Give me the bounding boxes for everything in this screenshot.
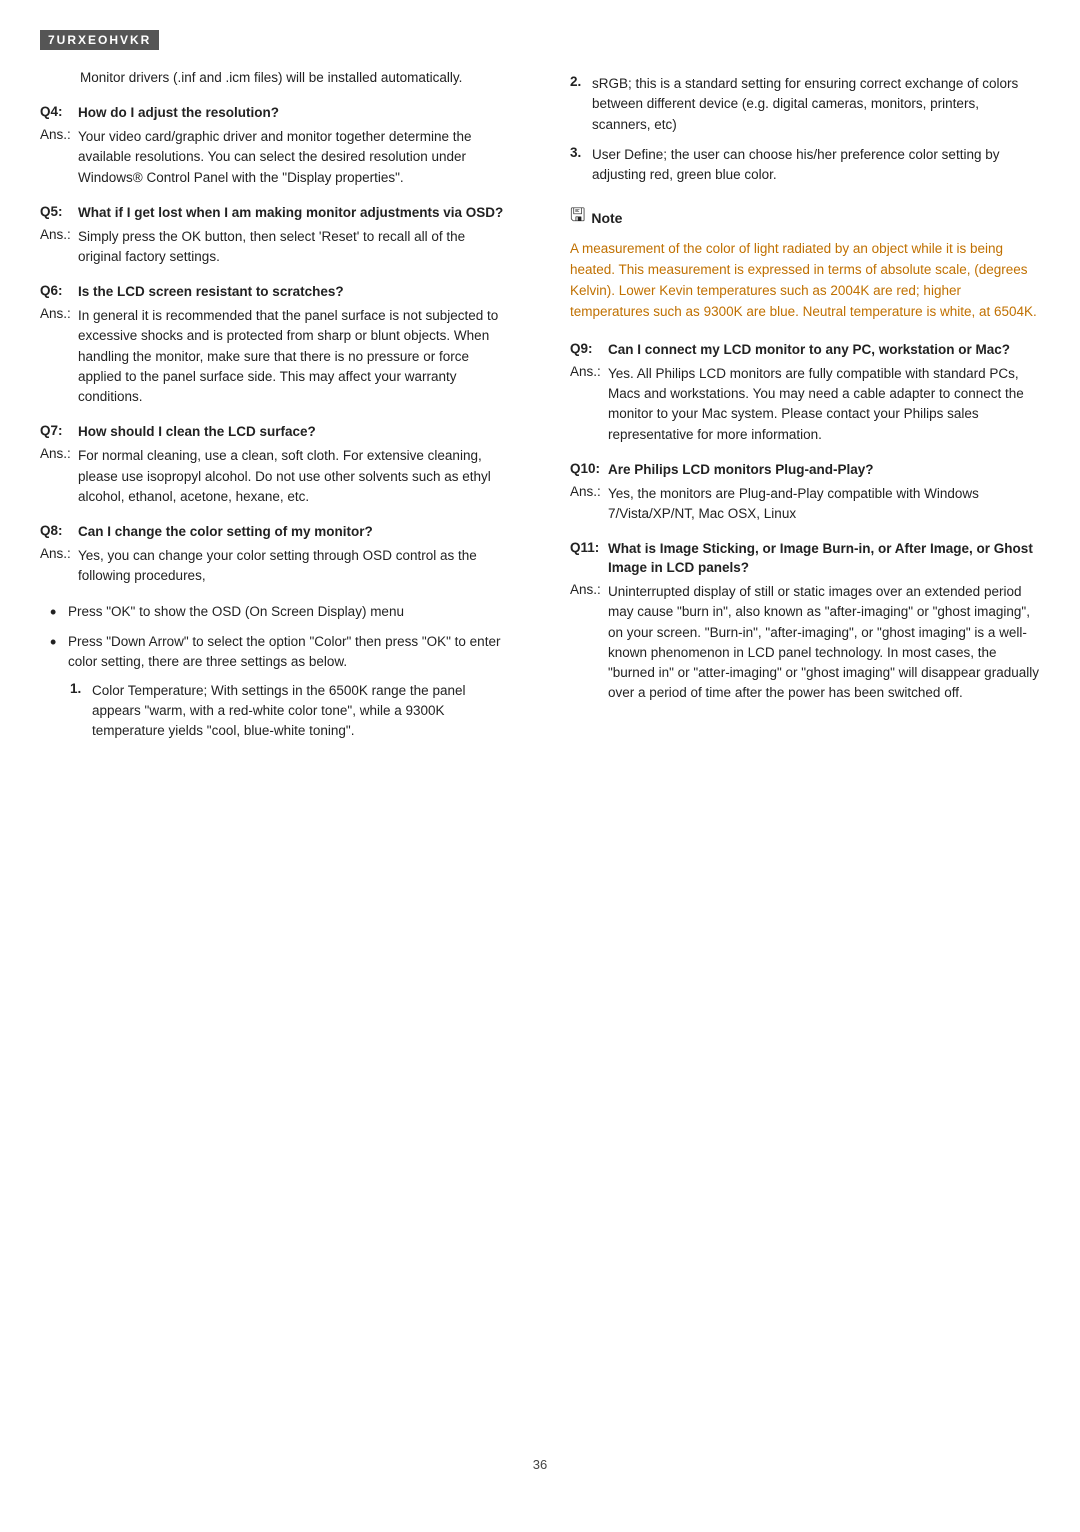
q11-ans-label: Ans.:	[570, 582, 608, 704]
q9-ans-label: Ans.:	[570, 364, 608, 445]
q8-text: Can I change the color setting of my mon…	[78, 523, 373, 542]
left-column: Monitor drivers (.inf and .icm files) wi…	[40, 68, 540, 1427]
q7-label: Q7:	[40, 423, 78, 442]
q5-question-line: Q5: What if I get lost when I am making …	[40, 204, 510, 223]
header-label: 7URXEOHVKR	[48, 33, 151, 47]
q5-ans-text: Simply press the OK button, then select …	[78, 227, 510, 268]
note-text: A measurement of the color of light radi…	[570, 239, 1040, 323]
q11-ans-text: Uninterrupted display of still or static…	[608, 582, 1040, 704]
bullet-text-1: Press "OK" to show the OSD (On Screen Di…	[68, 602, 404, 624]
q5-text: What if I get lost when I am making moni…	[78, 204, 503, 223]
page: 7URXEOHVKR Monitor drivers (.inf and .ic…	[0, 0, 1080, 1532]
q4-text: How do I adjust the resolution?	[78, 104, 279, 123]
note-label: Note	[591, 210, 622, 226]
bullet-item-1: • Press "OK" to show the OSD (On Screen …	[50, 602, 510, 624]
q6-ans-text: In general it is recommended that the pa…	[78, 306, 510, 407]
q5-answer: Ans.: Simply press the OK button, then s…	[40, 227, 510, 268]
bullet-dot-2: •	[50, 632, 68, 673]
note-box: 🖫 Note A measurement of the color of lig…	[570, 203, 1040, 323]
q9-text: Can I connect my LCD monitor to any PC, …	[608, 341, 1010, 360]
header-bar: 7URXEOHVKR	[40, 30, 159, 50]
page-number: 36	[40, 1457, 1040, 1472]
q6-answer: Ans.: In general it is recommended that …	[40, 306, 510, 407]
numbered-item-2: 2. sRGB; this is a standard setting for …	[570, 74, 1040, 135]
num-label-2: 2.	[570, 74, 592, 135]
q9-label: Q9:	[570, 341, 608, 360]
num-text-2: sRGB; this is a standard setting for ens…	[592, 74, 1040, 135]
q7-ans-label: Ans.:	[40, 446, 78, 507]
note-icon: 🖫	[570, 203, 585, 233]
numbered-item-1: 1. Color Temperature; With settings in t…	[70, 681, 510, 742]
qa-block-q9: Q9: Can I connect my LCD monitor to any …	[570, 341, 1040, 445]
numbered-item-3: 3. User Define; the user can choose his/…	[570, 145, 1040, 186]
num-text-3: User Define; the user can choose his/her…	[592, 145, 1040, 186]
num-label-3: 3.	[570, 145, 592, 186]
qa-block-q8: Q8: Can I change the color setting of my…	[40, 523, 510, 586]
q6-ans-label: Ans.:	[40, 306, 78, 407]
q8-ans-text: Yes, you can change your color setting t…	[78, 546, 510, 587]
intro-text: Monitor drivers (.inf and .icm files) wi…	[80, 68, 510, 88]
q7-question-line: Q7: How should I clean the LCD surface?	[40, 423, 510, 442]
bullet-item-2: • Press "Down Arrow" to select the optio…	[50, 632, 510, 673]
q4-answer: Ans.: Your video card/graphic driver and…	[40, 127, 510, 188]
q10-answer: Ans.: Yes, the monitors are Plug-and-Pla…	[570, 484, 1040, 525]
q5-label: Q5:	[40, 204, 78, 223]
q9-answer: Ans.: Yes. All Philips LCD monitors are …	[570, 364, 1040, 445]
q7-ans-text: For normal cleaning, use a clean, soft c…	[78, 446, 510, 507]
q11-label: Q11:	[570, 540, 608, 578]
q7-text: How should I clean the LCD surface?	[78, 423, 316, 442]
q6-text: Is the LCD screen resistant to scratches…	[78, 283, 344, 302]
qa-block-q6: Q6: Is the LCD screen resistant to scrat…	[40, 283, 510, 407]
qa-block-q11: Q11: What is Image Sticking, or Image Bu…	[570, 540, 1040, 703]
q8-ans-label: Ans.:	[40, 546, 78, 587]
q10-question-line: Q10: Are Philips LCD monitors Plug-and-P…	[570, 461, 1040, 480]
qa-block-q10: Q10: Are Philips LCD monitors Plug-and-P…	[570, 461, 1040, 524]
q10-text: Are Philips LCD monitors Plug-and-Play?	[608, 461, 874, 480]
q10-ans-text: Yes, the monitors are Plug-and-Play comp…	[608, 484, 1040, 525]
q9-question-line: Q9: Can I connect my LCD monitor to any …	[570, 341, 1040, 360]
numbered-list: 1. Color Temperature; With settings in t…	[70, 681, 510, 742]
q7-answer: Ans.: For normal cleaning, use a clean, …	[40, 446, 510, 507]
qa-block-q5: Q5: What if I get lost when I am making …	[40, 204, 510, 267]
q10-ans-label: Ans.:	[570, 484, 608, 525]
qa-block-q7: Q7: How should I clean the LCD surface? …	[40, 423, 510, 507]
num-label-1: 1.	[70, 681, 92, 742]
q5-ans-label: Ans.:	[40, 227, 78, 268]
q8-question-line: Q8: Can I change the color setting of my…	[40, 523, 510, 542]
q8-label: Q8:	[40, 523, 78, 542]
q4-ans-text: Your video card/graphic driver and monit…	[78, 127, 510, 188]
q10-label: Q10:	[570, 461, 608, 480]
q4-question-line: Q4: How do I adjust the resolution?	[40, 104, 510, 123]
q11-text: What is Image Sticking, or Image Burn-in…	[608, 540, 1040, 578]
q9-ans-text: Yes. All Philips LCD monitors are fully …	[608, 364, 1040, 445]
right-column: 2. sRGB; this is a standard setting for …	[540, 68, 1040, 1427]
q6-question-line: Q6: Is the LCD screen resistant to scrat…	[40, 283, 510, 302]
bullet-text-2: Press "Down Arrow" to select the option …	[68, 632, 510, 673]
q11-answer: Ans.: Uninterrupted display of still or …	[570, 582, 1040, 704]
num-text-1: Color Temperature; With settings in the …	[92, 681, 510, 742]
note-header: 🖫 Note	[570, 203, 1040, 233]
q4-ans-label: Ans.:	[40, 127, 78, 188]
q4-label: Q4:	[40, 104, 78, 123]
two-column-layout: Monitor drivers (.inf and .icm files) wi…	[40, 68, 1040, 1427]
q8-answer: Ans.: Yes, you can change your color set…	[40, 546, 510, 587]
bullet-dot-1: •	[50, 602, 68, 624]
q11-question-line: Q11: What is Image Sticking, or Image Bu…	[570, 540, 1040, 578]
numbered-list-right: 2. sRGB; this is a standard setting for …	[570, 74, 1040, 185]
qa-block-q4: Q4: How do I adjust the resolution? Ans.…	[40, 104, 510, 188]
q6-label: Q6:	[40, 283, 78, 302]
